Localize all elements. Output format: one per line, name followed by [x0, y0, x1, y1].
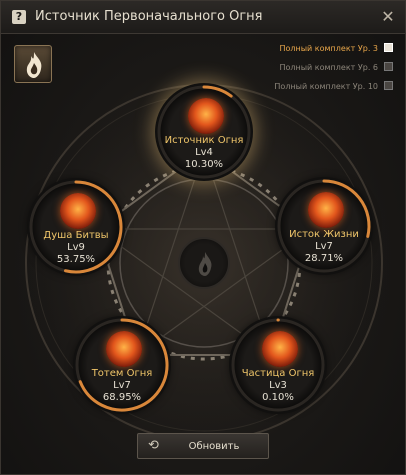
progress-fill — [202, 85, 233, 98]
node-percent: 0.10% — [262, 392, 294, 403]
fire-totem-icon — [106, 331, 142, 367]
primal-fire-window: ? Источник Первоначального Огня ✕ Полный… — [0, 0, 406, 475]
core-flame-socket[interactable] — [178, 237, 230, 289]
refresh-button-label: Обновить — [188, 441, 240, 452]
node-level: Lv3 — [269, 380, 287, 391]
node-fire-totem[interactable]: Тотем Огня Lv7 68.95% — [75, 318, 169, 412]
fire-warrior-icon — [60, 193, 96, 229]
node-level: Lv4 — [195, 147, 213, 158]
node-percent: 10.30% — [184, 159, 224, 170]
refresh-button[interactable]: ⟲ Обновить — [137, 433, 269, 459]
fire-particle-icon — [262, 331, 298, 367]
core-flame-icon — [198, 252, 212, 276]
node-level: Lv7 — [315, 241, 333, 252]
node-percent: 53.75% — [56, 254, 96, 265]
fire-phoenix-icon — [308, 192, 344, 228]
node-name: Тотем Огня — [91, 368, 153, 379]
node-name: Источник Огня — [164, 135, 244, 146]
node-name: Исток Жизни — [289, 229, 359, 240]
node-level: Lv7 — [113, 380, 131, 391]
node-battle-soul[interactable]: Душа Битвы Lv9 53.75% — [29, 180, 123, 274]
node-percent: 28.71% — [304, 253, 344, 264]
node-life-origin[interactable]: Исток Жизни Lv7 28.71% — [277, 179, 371, 273]
node-level: Lv9 — [67, 242, 85, 253]
node-name: Частица Огня — [241, 368, 315, 379]
fire-orb-icon — [188, 98, 224, 134]
node-fire-source[interactable]: Источник Огня Lv4 10.30% — [157, 85, 251, 179]
node-name: Душа Битвы — [43, 230, 109, 241]
refresh-icon: ⟲ — [148, 438, 159, 453]
node-percent: 68.95% — [102, 392, 142, 403]
node-fire-particle[interactable]: Частица Огня Lv3 0.10% — [231, 318, 325, 412]
